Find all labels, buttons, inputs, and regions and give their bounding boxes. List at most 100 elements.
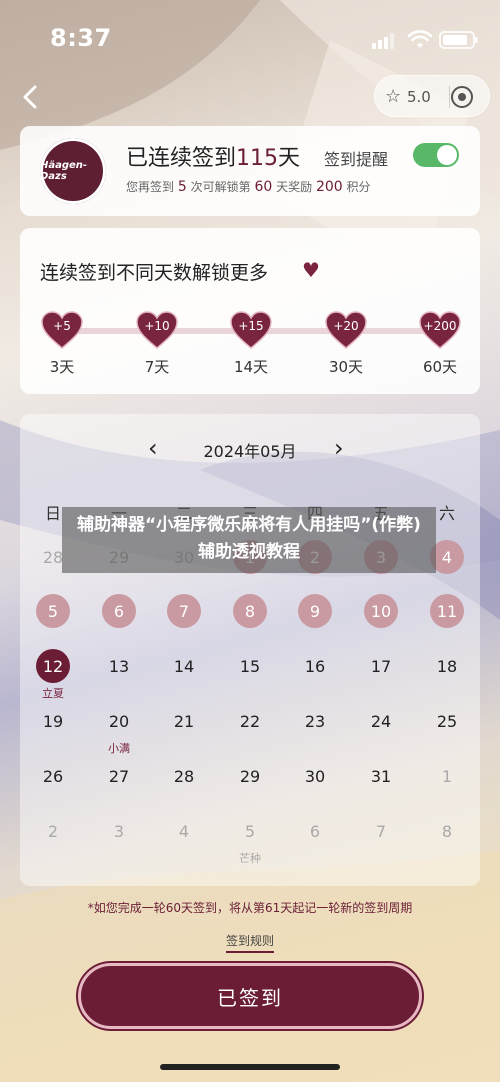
milestone-heart-icon: +5 xyxy=(40,310,84,350)
milestone-node: +15 14天 xyxy=(221,310,281,377)
sign-reminder-toggle[interactable] xyxy=(413,143,459,167)
calendar-day[interactable]: 6 xyxy=(86,594,152,628)
calendar-day[interactable]: 15 xyxy=(217,649,283,683)
milestone-bonus: +5 xyxy=(53,319,71,333)
day-number: 15 xyxy=(239,656,261,676)
day-number: 26 xyxy=(42,766,64,786)
calendar-day[interactable]: 7 xyxy=(151,594,217,628)
calendar-day[interactable]: 8 xyxy=(414,814,480,848)
home-indicator xyxy=(160,1064,340,1070)
calendar-day[interactable]: 19 xyxy=(20,704,86,738)
day-number: 31 xyxy=(370,766,392,786)
calendar-day[interactable]: 10 xyxy=(348,594,414,628)
milestone-bonus: +10 xyxy=(144,319,170,333)
status-bar: 8:37 xyxy=(0,0,500,80)
signal-icon xyxy=(372,33,394,49)
day-number: 11 xyxy=(430,594,464,628)
milestone-label: 3天 xyxy=(49,358,75,376)
calendar-day[interactable]: 18 xyxy=(414,649,480,683)
calendar-day[interactable]: 1 xyxy=(414,759,480,793)
calendar-day[interactable]: 11 xyxy=(414,594,480,628)
back-arrow-icon[interactable] xyxy=(18,84,44,110)
capsule-divider xyxy=(449,86,450,108)
day-number: 24 xyxy=(370,711,392,731)
calendar-day[interactable]: 30 xyxy=(282,759,348,793)
calendar-day[interactable]: 4 xyxy=(151,814,217,848)
overlay-banner: 辅助神器“小程序微乐麻将有人用挂吗”(作弊)辅助透视教程 xyxy=(62,507,436,573)
day-number: 21 xyxy=(173,711,195,731)
day-number: 9 xyxy=(298,594,332,628)
sign-rules-link[interactable]: 签到规则 xyxy=(226,932,275,953)
day-number: 5 xyxy=(244,821,256,841)
star-icon[interactable]: ☆ xyxy=(385,86,401,107)
signed-button[interactable]: 已签到 xyxy=(78,963,422,1029)
calendar-day[interactable]: 14 xyxy=(151,649,217,683)
calendar-day[interactable]: 24 xyxy=(348,704,414,738)
solar-term-label: 立夏 xyxy=(42,687,64,700)
milestone-label: 60天 xyxy=(422,358,458,376)
status-time: 8:37 xyxy=(50,24,112,52)
day-number: 18 xyxy=(436,656,458,676)
day-number: 8 xyxy=(441,821,453,841)
day-number: 17 xyxy=(370,656,392,676)
solar-term-label: 芒种 xyxy=(239,852,261,865)
day-number: 27 xyxy=(108,766,130,786)
brand-logo: Häagen-Dazs xyxy=(40,138,106,204)
day-number: 16 xyxy=(304,656,326,676)
calendar-day[interactable]: 31 xyxy=(348,759,414,793)
calendar-day[interactable]: 29 xyxy=(217,759,283,793)
day-number: 14 xyxy=(173,656,195,676)
day-number: 25 xyxy=(436,711,458,731)
day-number: 28 xyxy=(173,766,195,786)
calendar-day[interactable]: 25 xyxy=(414,704,480,738)
calendar-day[interactable]: 13 xyxy=(86,649,152,683)
close-target-icon[interactable] xyxy=(451,86,473,108)
calendar-day[interactable]: 2 xyxy=(20,814,86,848)
calendar-day[interactable]: 3 xyxy=(86,814,152,848)
calendar-day[interactable]: 8 xyxy=(217,594,283,628)
calendar-day[interactable]: 20 小满 xyxy=(86,704,152,756)
milestones-title: 连续签到不同天数解锁更多 xyxy=(40,262,269,284)
calendar-day[interactable]: 28 xyxy=(151,759,217,793)
streak-title: 已连续签到115天 xyxy=(126,146,301,171)
day-number: 6 xyxy=(102,594,136,628)
day-number: 29 xyxy=(239,766,261,786)
day-number: 10 xyxy=(364,594,398,628)
day-number: 4 xyxy=(178,821,190,841)
day-number: 1 xyxy=(441,766,453,786)
milestone-node: +20 30天 xyxy=(316,310,376,377)
day-number: 7 xyxy=(167,594,201,628)
calendar-day[interactable]: 16 xyxy=(282,649,348,683)
calendar-day[interactable]: 22 xyxy=(217,704,283,738)
milestone-heart-icon: +200 xyxy=(418,310,462,350)
sign-reminder-label: 签到提醒 xyxy=(324,150,389,169)
calendar-day[interactable]: 7 xyxy=(348,814,414,848)
milestone-node: +200 60天 xyxy=(410,310,470,377)
day-number: 30 xyxy=(304,766,326,786)
day-number: 19 xyxy=(42,711,64,731)
day-number: 13 xyxy=(108,656,130,676)
milestone-node: +5 3天 xyxy=(32,310,92,377)
calendar-day[interactable]: 23 xyxy=(282,704,348,738)
calendar-day[interactable]: 6 xyxy=(282,814,348,848)
day-number: 2 xyxy=(47,821,59,841)
calendar-day[interactable]: 27 xyxy=(86,759,152,793)
day-number: 20 xyxy=(108,711,130,731)
calendar-day[interactable]: 17 xyxy=(348,649,414,683)
cycle-note: *如您完成一轮60天签到，将从第61天起记一轮新的签到周期 xyxy=(87,901,413,915)
milestone-heart-icon: +10 xyxy=(135,310,179,350)
milestone-label: 30天 xyxy=(328,358,364,376)
calendar-day[interactable]: 5 xyxy=(20,594,86,628)
rating-score[interactable]: 5.0 xyxy=(407,88,431,106)
milestone-bonus: +20 xyxy=(333,319,359,333)
calendar-day[interactable]: 5 芒种 xyxy=(217,814,283,866)
calendar-month: 2024年05月 xyxy=(203,442,297,461)
calendar-day[interactable]: 21 xyxy=(151,704,217,738)
calendar-day[interactable]: 26 xyxy=(20,759,86,793)
battery-icon xyxy=(439,31,478,49)
next-month-icon[interactable]: › xyxy=(334,434,344,462)
mini-program-capsule: ☆ 5.0 xyxy=(374,75,490,117)
wifi-icon xyxy=(408,30,432,48)
calendar-day[interactable]: 12 立夏 xyxy=(20,649,86,700)
calendar-day[interactable]: 9 xyxy=(282,594,348,628)
